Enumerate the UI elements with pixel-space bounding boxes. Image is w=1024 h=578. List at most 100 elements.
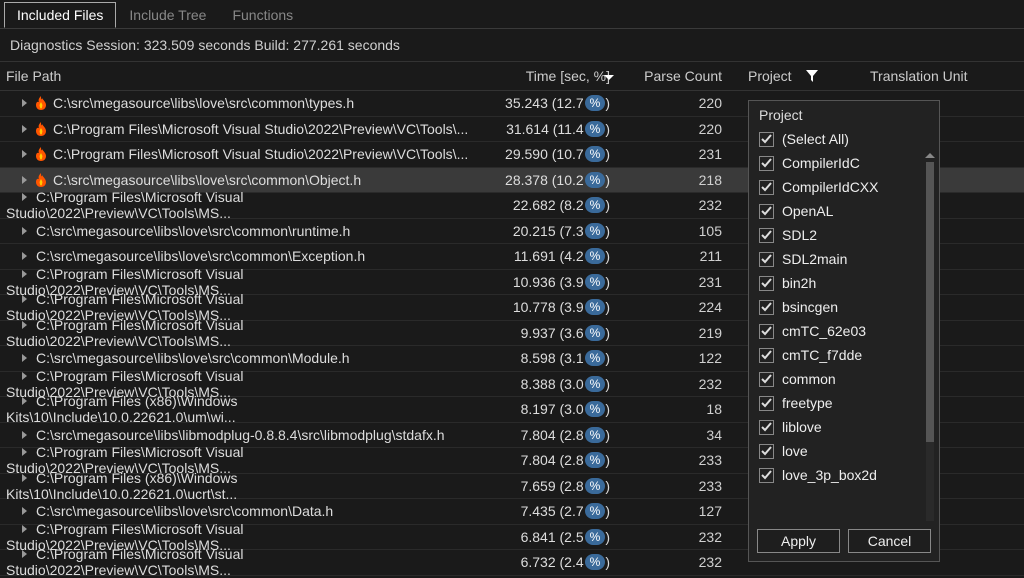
column-header-file-path[interactable]: File Path [0, 68, 470, 84]
time-cell: 7.804 (2.8%) [470, 452, 620, 468]
file-path-text: C:\Program Files (x86)\Windows Kits\10\I… [6, 470, 238, 502]
filter-option[interactable]: CompilerIdCXX [749, 175, 939, 199]
filter-icon[interactable] [805, 68, 819, 84]
expand-icon[interactable] [22, 125, 27, 133]
filter-option[interactable]: liblove [749, 415, 939, 439]
filter-option-label: cmTC_62e03 [782, 323, 866, 339]
scrollbar-track[interactable] [926, 162, 934, 521]
time-cell: 35.243 (12.7%) [470, 95, 620, 111]
time-cell: 7.659 (2.8%) [470, 478, 620, 494]
checkbox-checked-icon[interactable] [759, 372, 774, 387]
parse-count-cell: 220 [620, 121, 740, 137]
filter-option-label: bin2h [782, 275, 816, 291]
checkbox-checked-icon[interactable] [759, 276, 774, 291]
tab-functions[interactable]: Functions [219, 2, 306, 28]
checkbox-checked-icon[interactable] [759, 444, 774, 459]
filter-option[interactable]: love_3p_box2d [749, 463, 939, 487]
expand-icon[interactable] [22, 397, 27, 405]
filter-option-label: OpenAL [782, 203, 833, 219]
time-cell: 9.937 (3.6%) [470, 325, 620, 341]
expand-icon[interactable] [22, 525, 27, 533]
expand-icon[interactable] [22, 295, 27, 303]
expand-icon[interactable] [22, 372, 27, 380]
file-path-text: C:\Program Files\Microsoft Visual Studio… [53, 146, 468, 162]
expand-icon[interactable] [22, 321, 27, 329]
filter-option[interactable]: cmTC_62e03 [749, 319, 939, 343]
parse-count-cell: 233 [620, 478, 740, 494]
checkbox-checked-icon[interactable] [759, 348, 774, 363]
time-cell: 11.691 (4.2%) [470, 248, 620, 264]
parse-count-cell: 105 [620, 223, 740, 239]
fire-icon [33, 172, 49, 188]
apply-button[interactable]: Apply [757, 529, 840, 553]
checkbox-checked-icon[interactable] [759, 468, 774, 483]
expand-icon[interactable] [22, 252, 27, 260]
parse-count-cell: 232 [620, 529, 740, 545]
checkbox-checked-icon[interactable] [759, 300, 774, 315]
checkbox-checked-icon[interactable] [759, 132, 774, 147]
filter-option-label: liblove [782, 419, 822, 435]
expand-icon[interactable] [22, 176, 27, 184]
parse-count-cell: 127 [620, 503, 740, 519]
filter-option[interactable]: OpenAL [749, 199, 939, 223]
parse-count-cell: 218 [620, 172, 740, 188]
dropdown-title: Project [749, 101, 939, 127]
checkbox-checked-icon[interactable] [759, 204, 774, 219]
checkbox-checked-icon[interactable] [759, 156, 774, 171]
filter-option[interactable]: bin2h [749, 271, 939, 295]
fire-icon [33, 121, 49, 137]
filter-option[interactable]: SDL2 [749, 223, 939, 247]
expand-icon[interactable] [22, 431, 27, 439]
file-path-text: C:\Program Files\Microsoft Visual Studio… [53, 121, 468, 137]
scrollbar-thumb[interactable] [926, 162, 934, 442]
parse-count-cell: 224 [620, 299, 740, 315]
checkbox-checked-icon[interactable] [759, 420, 774, 435]
expand-icon[interactable] [22, 354, 27, 362]
filter-option-label: CompilerIdC [782, 155, 860, 171]
file-path-text: C:\src\megasource\libs\love\src\common\O… [53, 172, 361, 188]
time-cell: 28.378 (10.2%) [470, 172, 620, 188]
expand-icon[interactable] [22, 193, 27, 201]
time-cell: 10.778 (3.9%) [470, 299, 620, 315]
filter-option[interactable]: (Select All) [749, 127, 939, 151]
time-cell: 8.598 (3.1%) [470, 350, 620, 366]
expand-icon[interactable] [22, 270, 27, 278]
column-header-parse-count[interactable]: Parse Count [620, 68, 740, 84]
parse-count-cell: 219 [620, 325, 740, 341]
filter-option[interactable]: bsincgen [749, 295, 939, 319]
expand-icon[interactable] [22, 474, 27, 482]
expand-icon[interactable] [22, 448, 27, 456]
scroll-up-icon[interactable] [925, 153, 935, 158]
fire-icon [33, 146, 49, 162]
filter-option[interactable]: common [749, 367, 939, 391]
expand-icon[interactable] [22, 150, 27, 158]
column-header-project[interactable]: Project [740, 68, 860, 84]
cancel-button[interactable]: Cancel [848, 529, 931, 553]
scrollbar[interactable] [923, 153, 937, 521]
expand-icon[interactable] [22, 550, 27, 558]
filter-option-label: bsincgen [782, 299, 838, 315]
filter-option[interactable]: SDL2main [749, 247, 939, 271]
filter-option[interactable]: love [749, 439, 939, 463]
checkbox-checked-icon[interactable] [759, 252, 774, 267]
expand-icon[interactable] [22, 227, 27, 235]
checkbox-checked-icon[interactable] [759, 396, 774, 411]
file-path-text: C:\src\megasource\libs\love\src\common\D… [36, 503, 333, 519]
file-path-text: C:\Program Files\Microsoft Visual Studio… [6, 546, 243, 578]
checkbox-checked-icon[interactable] [759, 228, 774, 243]
time-cell: 10.936 (3.9%) [470, 274, 620, 290]
tab-included-files[interactable]: Included Files [4, 2, 116, 28]
checkbox-checked-icon[interactable] [759, 180, 774, 195]
filter-option[interactable]: CompilerIdC [749, 151, 939, 175]
filter-option[interactable]: cmTC_f7dde [749, 343, 939, 367]
checkbox-checked-icon[interactable] [759, 324, 774, 339]
column-header-time[interactable]: Time [sec, %] [470, 68, 620, 84]
parse-count-cell: 34 [620, 427, 740, 443]
column-header-translation-unit[interactable]: Translation Unit [860, 68, 1024, 84]
expand-icon[interactable] [22, 507, 27, 515]
file-path-text: C:\Program Files\Microsoft Visual Studio… [6, 317, 243, 349]
tab-include-tree[interactable]: Include Tree [116, 2, 219, 28]
time-cell: 29.590 (10.7%) [470, 146, 620, 162]
expand-icon[interactable] [22, 99, 27, 107]
filter-option[interactable]: freetype [749, 391, 939, 415]
